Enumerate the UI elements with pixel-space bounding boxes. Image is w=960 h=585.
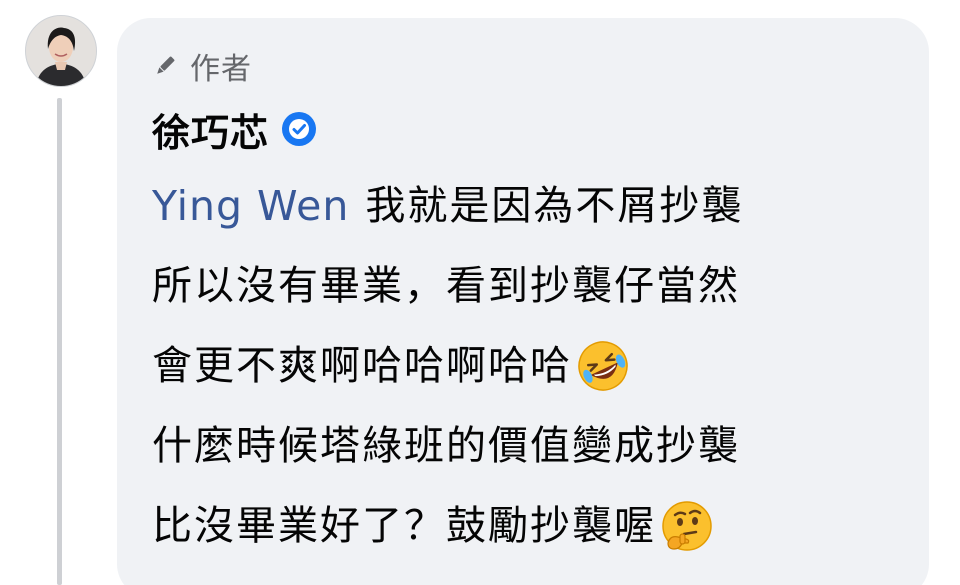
comment-line: Ying Wen 我就是因為不屑抄襲 [152, 166, 912, 246]
comment-body: Ying Wen 我就是因為不屑抄襲 所以沒有畢業，看到抄襲仔當然 會更不爽啊哈… [152, 166, 912, 566]
reply-thread-line [57, 98, 62, 585]
author-name[interactable]: 徐巧芯 [152, 102, 269, 157]
avatar[interactable] [25, 15, 97, 87]
avatar-portrait [26, 16, 96, 86]
author-badge: 作者 [152, 48, 252, 87]
thinking-face-emoji [662, 501, 712, 551]
author-row: 徐巧芯 [152, 102, 317, 157]
comment-text: 比沒畢業好了？鼓勵抄襲喔 [152, 503, 656, 549]
mention-link[interactable]: Ying Wen [152, 171, 349, 241]
comment-text: 會更不爽啊哈哈啊哈哈 [152, 343, 572, 389]
comment-text: 我就是因為不屑抄襲 [365, 183, 744, 229]
comment-line: 會更不爽啊哈哈啊哈哈 [152, 326, 912, 406]
comment-text: 所以沒有畢業，看到抄襲仔當然 [152, 263, 740, 309]
verified-check-icon [282, 112, 317, 146]
pencil-icon [157, 56, 175, 74]
comment-text: 什麼時候塔綠班的價值變成抄襲 [152, 423, 740, 469]
facebook-comment-screenshot: 作者 徐巧芯 Ying Wen 我就是因為不屑抄襲 所以沒有畢業，看到抄襲仔當然… [0, 0, 960, 585]
author-badge-label: 作者 [190, 52, 252, 87]
comment-line: 什麼時候塔綠班的價值變成抄襲 [152, 406, 912, 486]
comment-line: 比沒畢業好了？鼓勵抄襲喔 [152, 486, 912, 566]
comment-line: 所以沒有畢業，看到抄襲仔當然 [152, 246, 912, 326]
rolling-on-floor-laughing-emoji [578, 341, 628, 391]
